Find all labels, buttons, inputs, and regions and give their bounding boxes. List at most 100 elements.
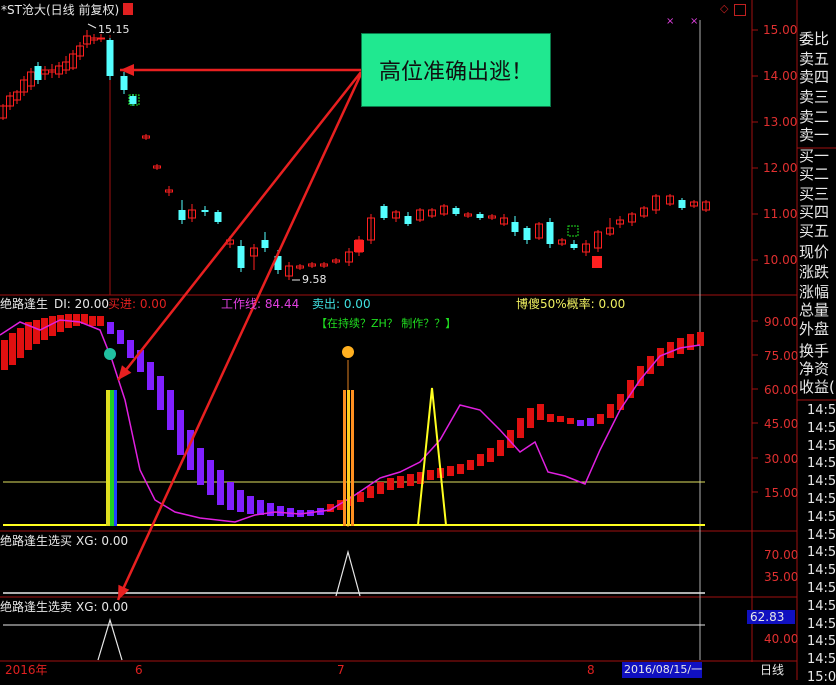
sidebar-item: 委比 <box>799 30 830 48</box>
indicator-bar <box>617 394 624 410</box>
candle-body <box>178 210 186 220</box>
window-toggle-icon[interactable] <box>734 4 746 16</box>
panel1-axis-tick: 75.00 <box>764 349 799 363</box>
indicator-bar <box>527 408 534 428</box>
mark: × <box>690 16 698 27</box>
signal-bar <box>110 390 114 526</box>
sell-signal-spike <box>97 617 123 661</box>
indicator-bar <box>147 362 154 390</box>
signal-spike <box>417 387 447 526</box>
candle-body <box>237 246 245 268</box>
indicator-bar <box>577 420 584 426</box>
tick-time: 14:57 <box>807 403 836 418</box>
limit-marker <box>354 240 364 252</box>
candle-body <box>261 240 269 248</box>
arrow-head <box>120 64 134 76</box>
signal-bar <box>114 390 117 526</box>
indicator-bar <box>73 314 80 326</box>
indicator-bar <box>277 506 284 516</box>
tick-time: 14:58 <box>807 527 836 543</box>
indicator-bar <box>387 478 394 490</box>
sidebar-item: 换手 <box>799 342 830 360</box>
chart-title: *ST沧大(日线 前复权) <box>1 3 120 17</box>
candle-body <box>214 212 222 222</box>
indicator-bar <box>487 448 494 462</box>
high-price-label: 15.15 <box>98 23 130 36</box>
price-axis-tick: 13.00 <box>763 115 798 129</box>
signal-bar <box>347 390 350 526</box>
candle-body <box>546 222 554 244</box>
indicator-bar <box>247 496 254 514</box>
indicator-bar <box>9 333 16 365</box>
indicator-bar <box>687 334 694 350</box>
tick-time: 14:59 <box>807 563 836 579</box>
indicator-bar <box>177 410 184 455</box>
sidebar-item: 卖五 <box>799 50 830 68</box>
indicator-bar <box>557 416 564 422</box>
limit-marker <box>592 256 602 268</box>
tick-time: 14:57 <box>807 456 836 472</box>
low-price-label: 9.58 <box>302 273 327 286</box>
limit-marker <box>567 225 579 237</box>
indicator-bar <box>657 348 664 366</box>
candle-body <box>404 216 412 224</box>
indicator-bar <box>397 476 404 488</box>
sidebar-item: 涨跌 <box>799 263 830 281</box>
period-label[interactable]: 日线 <box>760 664 784 676</box>
sidebar-item: 买一 <box>799 147 830 165</box>
panel1-buy: 买进: 0.00 <box>108 297 167 311</box>
panel2-axis-tick: 70.00 <box>764 548 799 562</box>
xaxis-date-badge: 2016/08/15/一 <box>622 662 702 678</box>
signal-bar <box>343 390 346 526</box>
panel1-axis-tick: 15.00 <box>764 486 799 500</box>
signal-bar <box>106 390 110 526</box>
candle-body <box>476 214 484 218</box>
sidebar-item: 买二 <box>799 165 830 183</box>
flag-icon[interactable] <box>123 3 133 15</box>
xaxis-month-8: 8 <box>587 663 595 677</box>
panel3-name[interactable]: 绝路逢生选卖 <box>0 601 72 613</box>
tick-time: 14:58 <box>807 509 836 525</box>
indicator-bar <box>49 316 56 336</box>
panel2-xg: XG: 0.00 <box>76 534 129 548</box>
sidebar-item: 净资 <box>799 360 830 378</box>
candle-body <box>570 244 578 248</box>
sidebar-item: 买三 <box>799 185 830 203</box>
panel1-axis-tick: 45.00 <box>764 417 799 431</box>
indicator-bar <box>89 316 96 326</box>
tick-time: 14:59 <box>807 581 836 596</box>
indicator-bar <box>497 440 504 456</box>
xaxis-date: 2016/08/15/一 <box>624 663 703 676</box>
candle-body <box>380 206 388 218</box>
xaxis-year: 2016年 <box>5 663 48 677</box>
diamond-icon[interactable]: ◇ <box>720 3 728 14</box>
panel2-name[interactable]: 绝路逢生选买 <box>0 535 72 547</box>
price-axis-tick: 10.00 <box>763 253 798 267</box>
indicator-bar <box>377 482 384 494</box>
indicator-bar <box>1 340 8 370</box>
indicator-bar <box>597 414 604 424</box>
indicator-bar <box>17 328 24 358</box>
panel3-xg: XG: 0.00 <box>76 600 129 614</box>
price-axis-tick: 11.00 <box>763 207 798 221</box>
tick-time: 14:58 <box>807 492 836 507</box>
signal-bar <box>351 390 354 526</box>
price-axis-tick: 14.00 <box>763 69 798 83</box>
candle-body <box>452 208 460 214</box>
indicator-bar <box>167 390 174 430</box>
tick-time: 14:59 <box>807 616 836 632</box>
indicator-bar <box>367 486 374 498</box>
sidebar-item: 卖三 <box>799 88 830 106</box>
panel1-axis-tick: 90.00 <box>764 315 799 329</box>
indicator-bar <box>567 418 574 424</box>
candle-body <box>678 200 686 208</box>
sidebar-item: 买五 <box>799 222 830 240</box>
panel1-axis-tick: 30.00 <box>764 452 799 466</box>
annotation-box: 高位准确出逃！ <box>361 33 551 107</box>
panel1-status: 【在持续？ZH？ 制作？？】 <box>316 317 457 330</box>
indicator-bar <box>57 315 64 332</box>
candle-body <box>34 66 42 80</box>
panel1-name[interactable]: 绝路逢生 <box>0 298 48 310</box>
sell-signal-icon <box>104 348 116 360</box>
sidebar-item: 买四 <box>799 203 830 221</box>
